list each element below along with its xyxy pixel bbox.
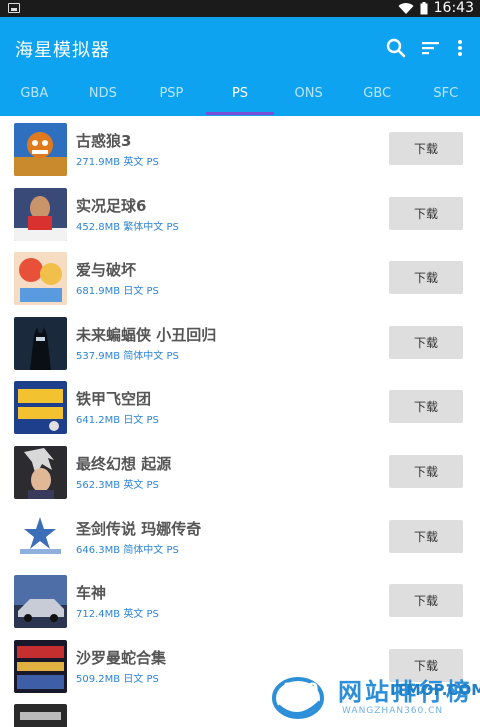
platform-tabs: GBA NDS PSP PS ONS GBC SFC bbox=[0, 79, 480, 115]
game-row[interactable]: 铁甲飞空团 641.2MB 日文 PS 下载 bbox=[0, 375, 480, 440]
game-title: 沙罗曼蛇合集 bbox=[76, 648, 167, 667]
download-button[interactable]: 下载 bbox=[389, 584, 463, 618]
download-button[interactable]: 下载 bbox=[389, 261, 463, 295]
game-row[interactable]: 圣剑传说 玛娜传奇 646.3MB 简体中文 PS 下载 bbox=[0, 505, 480, 570]
game-meta: 271.9MB 英文 PS bbox=[76, 157, 159, 168]
game-meta: 537.9MB 简体中文 PS bbox=[76, 350, 179, 362]
download-button[interactable]: 下载 bbox=[389, 325, 463, 359]
game-cover-image bbox=[14, 252, 67, 306]
game-title: 古惑狼3 bbox=[76, 132, 132, 150]
tab-gba[interactable]: GBA bbox=[0, 79, 69, 115]
download-button[interactable]: 下载 bbox=[389, 132, 463, 165]
game-title: 圣剑传说 玛娜传奇 bbox=[76, 519, 202, 538]
game-cover-image bbox=[14, 704, 67, 727]
app-title: 海星模拟器 bbox=[15, 40, 110, 61]
game-row[interactable]: 未来蝙蝠侠 小丑回归 537.9MB 简体中文 PS 下载 bbox=[0, 311, 480, 376]
game-meta: 509.2MB 日文 PS bbox=[76, 673, 159, 685]
game-title: 铁甲飞空团 bbox=[76, 390, 152, 409]
game-title: 未来蝙蝠侠 小丑回归 bbox=[76, 325, 217, 344]
wifi-icon bbox=[398, 2, 414, 14]
image-notification-icon bbox=[8, 3, 20, 13]
more-options-icon[interactable] bbox=[448, 36, 472, 60]
game-cover-image bbox=[14, 446, 67, 499]
watermark-logo-text: 360 bbox=[283, 680, 319, 700]
game-meta: 681.9MB 日文 PS bbox=[76, 286, 159, 298]
game-meta: 562.3MB 英文 PS bbox=[76, 480, 159, 491]
tab-nds[interactable]: NDS bbox=[69, 79, 138, 115]
game-cover-image bbox=[14, 510, 67, 564]
download-button[interactable]: 下载 bbox=[389, 196, 463, 230]
game-cover-image bbox=[14, 381, 67, 435]
game-cover-image bbox=[14, 575, 67, 629]
game-row[interactable]: 古惑狼3 271.9MB 英文 PS 下载 bbox=[0, 117, 480, 182]
game-cover-image bbox=[14, 187, 67, 241]
game-title: 最终幻想 起源 bbox=[76, 455, 172, 473]
tab-gbc[interactable]: GBC bbox=[343, 79, 412, 115]
game-cover-image bbox=[14, 639, 67, 693]
game-cover-image bbox=[14, 123, 67, 176]
game-meta: 452.8MB 繁体中文 PS bbox=[76, 221, 179, 233]
battery-icon bbox=[420, 2, 428, 15]
game-row[interactable]: 车神 712.4MB 英文 PS 下载 bbox=[0, 569, 480, 634]
game-list: 古惑狼3 271.9MB 英文 PS 下载 实况足球6 452.8MB 繁体中文… bbox=[0, 117, 480, 727]
tab-ons[interactable]: ONS bbox=[274, 79, 343, 115]
game-row[interactable]: 最终幻想 起源 562.3MB 英文 PS 下载 bbox=[0, 440, 480, 505]
search-icon[interactable] bbox=[384, 36, 408, 60]
status-bar: 16:43 bbox=[0, 0, 480, 17]
game-meta: 646.3MB 简体中文 PS bbox=[76, 544, 179, 556]
game-row[interactable]: 实况足球6 452.8MB 繁体中文 PS 下载 bbox=[0, 182, 480, 247]
tab-psp[interactable]: PSP bbox=[137, 79, 206, 115]
tab-ps[interactable]: PS bbox=[205, 79, 275, 115]
game-row[interactable]: 爱与破坏 681.9MB 日文 PS 下载 bbox=[0, 246, 480, 311]
game-title: 爱与破坏 bbox=[76, 261, 137, 280]
game-title: 车神 bbox=[76, 584, 107, 603]
game-row-partial[interactable] bbox=[0, 698, 480, 727]
game-meta: 641.2MB 日文 PS bbox=[76, 415, 159, 427]
game-cover-image bbox=[14, 316, 67, 370]
sort-icon[interactable] bbox=[419, 36, 443, 60]
clock: 16:43 bbox=[433, 0, 474, 16]
download-button[interactable]: 下载 bbox=[389, 390, 463, 424]
game-meta: 712.4MB 英文 PS bbox=[76, 609, 159, 621]
game-title: 实况足球6 bbox=[76, 196, 147, 215]
app-bar: 海星模拟器 GBA NDS PSP PS ONS GBC SFC bbox=[0, 17, 480, 116]
download-button[interactable]: 下载 bbox=[389, 519, 463, 553]
tab-sfc[interactable]: SFC bbox=[411, 79, 480, 115]
watermark-site: ITMOP.COM bbox=[390, 681, 480, 699]
download-button[interactable]: 下载 bbox=[389, 455, 463, 488]
download-button[interactable]: 下载 bbox=[389, 648, 463, 682]
